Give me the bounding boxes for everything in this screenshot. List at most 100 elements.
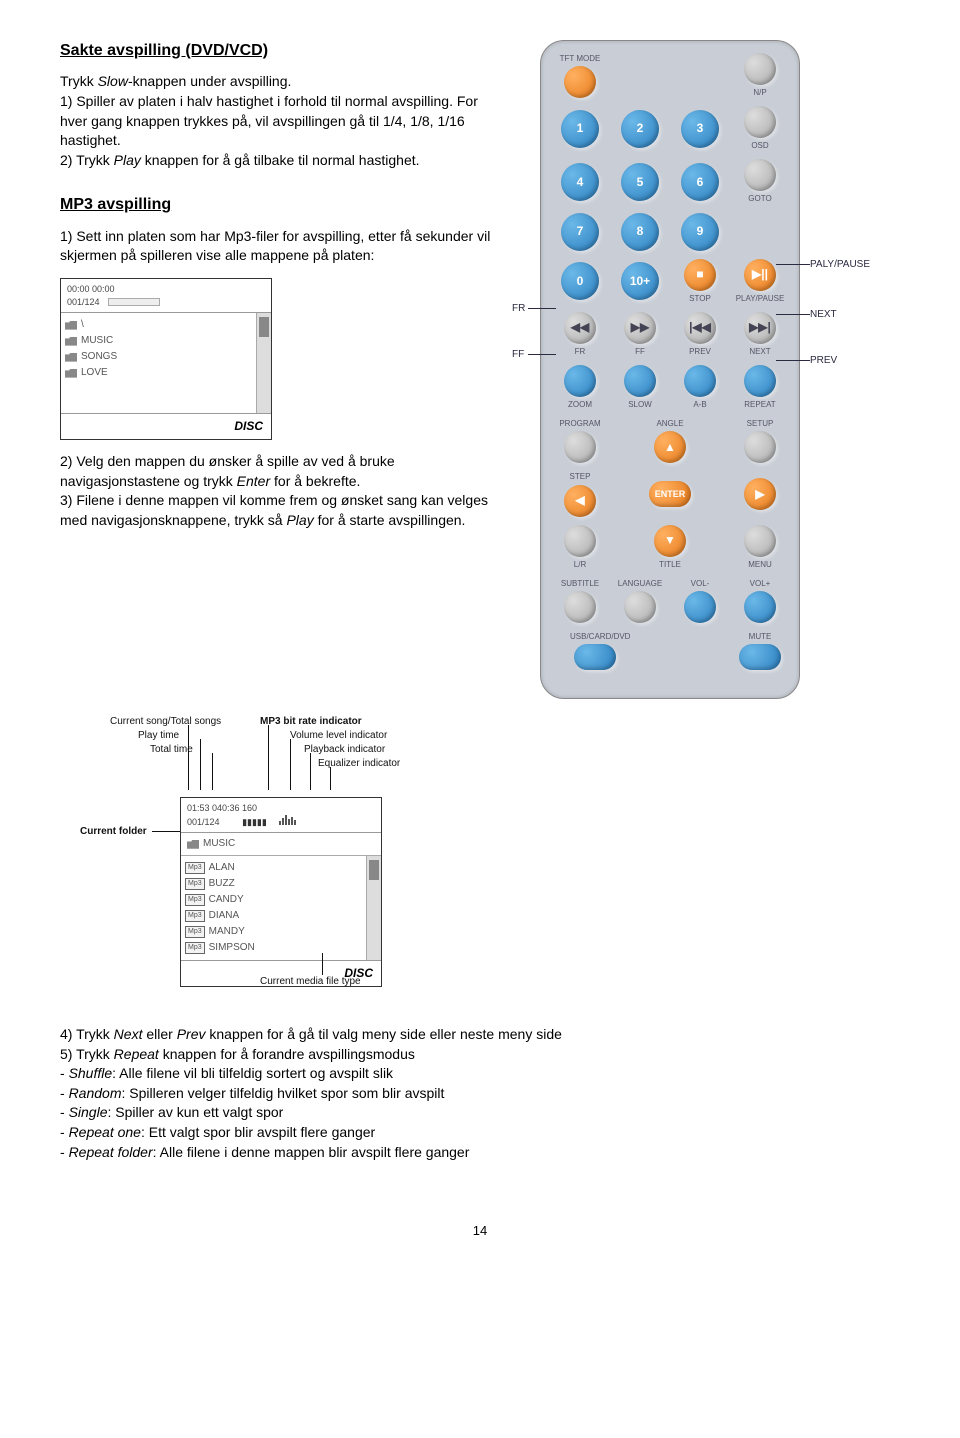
item-label: LOVE (81, 366, 108, 380)
text: 5) Trykk (60, 1046, 114, 1062)
label-stop: STOP (675, 293, 725, 304)
label-volp: VOL+ (735, 578, 785, 589)
step-left-button: ◀ (564, 485, 596, 517)
np-button (744, 53, 776, 85)
item-label: \ (81, 318, 84, 332)
num-0-button: 0 (561, 262, 599, 300)
label-angle: ANGLE (645, 418, 695, 429)
text: : Ett valgt spor blir avspilt flere gang… (141, 1124, 375, 1140)
angle-up-button: ▲ (654, 431, 686, 463)
text: - (60, 1065, 69, 1081)
label-mute: MUTE (735, 631, 785, 642)
text: -knappen under avspilling. (128, 73, 291, 89)
random-word: Random (69, 1085, 122, 1101)
folder-icon (65, 353, 77, 362)
disc-footer: DISC (61, 413, 271, 439)
list-item: Mp3BUZZ (185, 876, 362, 892)
tft-button (564, 66, 596, 98)
label-title: TITLE (645, 559, 695, 570)
mute-button (739, 644, 781, 670)
label-subtitle: SUBTITLE (555, 578, 605, 589)
track-label: BUZZ (209, 877, 235, 891)
ann-folder: Current folder (80, 825, 147, 839)
label-lr: L/R (555, 559, 605, 570)
label-goto: GOTO (735, 193, 785, 204)
label-fr: FR (555, 346, 605, 357)
label-slow: SLOW (615, 399, 665, 410)
track-label: MANDY (209, 925, 245, 939)
list-item: \ (65, 317, 252, 333)
item-label: SONGS (81, 350, 117, 364)
label-tft: TFT MODE (555, 53, 605, 64)
text: - (60, 1104, 69, 1120)
label-repeat: REPEAT (735, 399, 785, 410)
text: - (60, 1124, 69, 1140)
text: : Alle filene vil bli tilfeldig sortert … (112, 1065, 393, 1081)
page-number: 14 (60, 1222, 900, 1240)
text: 1) Spiller av platen i halv hastighet i … (60, 92, 500, 151)
mp3-icon: Mp3 (185, 942, 205, 954)
menu-button (744, 525, 776, 557)
list-item: MUSIC (65, 333, 252, 349)
text: Trykk (60, 73, 98, 89)
track-label: SIMPSON (209, 941, 255, 955)
num-3-button: 3 (681, 110, 719, 148)
track-label: CANDY (209, 893, 244, 907)
mp3-icon: Mp3 (185, 926, 205, 938)
label-osd: OSD (735, 140, 785, 151)
ann-playback: Playback indicator (304, 743, 385, 757)
ann-current-song: Current song/Total songs (110, 715, 221, 729)
label-volm: VOL- (675, 578, 725, 589)
text: 1) Sett inn platen som har Mp3-filer for… (60, 227, 500, 266)
scrollbar (367, 856, 381, 960)
text: eller (142, 1026, 176, 1042)
header-line2: 001/124 (187, 817, 220, 827)
num-10plus-button: 10+ (621, 262, 659, 300)
next-button: ▶▶| (744, 312, 776, 344)
section-bottom: 4) Trykk Next eller Prev knappen for å g… (60, 1025, 900, 1162)
num-6-button: 6 (681, 163, 719, 201)
header-line1: 01:53 040:36 160 (187, 803, 257, 813)
folder-icon (65, 369, 77, 378)
num-1-button: 1 (561, 110, 599, 148)
text: knappen for å gå tilbake til normal hast… (141, 152, 420, 168)
slow-button (624, 365, 656, 397)
heading-mp3: MP3 avspilling (60, 194, 500, 216)
folder-icon (65, 321, 77, 330)
list-item: Mp3 SIMPSON (185, 940, 362, 956)
label-setup: SETUP (735, 418, 785, 429)
text: knappen for å forandre avspillingsmodus (159, 1046, 415, 1062)
ann-play-time: Play time (138, 729, 179, 743)
text: for å bekrefte. (270, 473, 360, 489)
label-np: N/P (735, 87, 785, 98)
list-item: Mp3 CANDY (185, 892, 362, 908)
list-item: Mp3 MANDY (185, 924, 362, 940)
next-word: Next (114, 1026, 143, 1042)
label-program: PROGRAM (555, 418, 605, 429)
setup-button (744, 431, 776, 463)
item-label: MUSIC (81, 334, 113, 348)
disc-time: 00:00 00:00 (67, 284, 115, 294)
progress-bar (108, 298, 160, 306)
repeat-button (744, 365, 776, 397)
text: - (60, 1085, 69, 1101)
single-word: Single (69, 1104, 108, 1120)
ann-media-type: Current media file type (260, 975, 361, 989)
text: - (60, 1144, 69, 1160)
ab-button (684, 365, 716, 397)
callout-prev: PREV (810, 354, 837, 368)
current-folder-row: MUSIC (187, 836, 375, 852)
play-word: Play (114, 152, 141, 168)
title-down-button: ▼ (654, 525, 686, 557)
enter-word: Enter (237, 473, 270, 489)
label-usb: USB/CARD/DVD (570, 631, 620, 642)
text: : Alle filene i denne mappen blir avspil… (153, 1144, 470, 1160)
lr-button (564, 525, 596, 557)
list-item: Mp3DIANA (185, 908, 362, 924)
track-label: DIANA (209, 909, 240, 923)
num-2-button: 2 (621, 110, 659, 148)
track-label: ALAN (209, 861, 235, 875)
ff-button: ▶▶ (624, 312, 656, 344)
mp3-icon: Mp3 (185, 894, 205, 906)
label-ab: A-B (675, 399, 725, 410)
